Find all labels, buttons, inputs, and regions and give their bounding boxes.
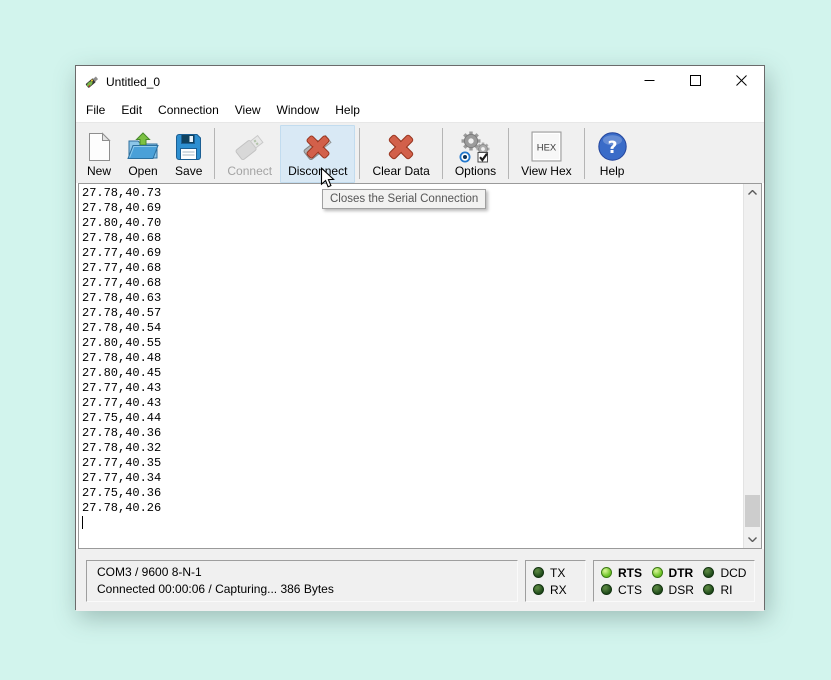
hex-icon-text: HEX	[537, 143, 557, 154]
toolbar-separator	[359, 128, 360, 179]
scrollbar-thumb[interactable]	[745, 495, 760, 527]
led-indicator-icon	[601, 567, 612, 578]
led-tx: TX	[533, 564, 578, 581]
led-rx: RX	[533, 581, 578, 598]
vertical-scrollbar[interactable]	[743, 184, 761, 548]
options-button[interactable]: Options	[447, 125, 504, 183]
led-indicator-icon	[703, 567, 714, 578]
toolbar: New Open	[76, 122, 764, 183]
status-bar: COM3 / 9600 8-N-1 Connected 00:00:06 / C…	[76, 549, 764, 611]
led-dcd: DCD	[703, 564, 747, 581]
led-dtr: DTR	[652, 564, 695, 581]
led-label: RTS	[618, 566, 642, 580]
toolbar-separator	[442, 128, 443, 179]
help-button-label: Help	[600, 164, 625, 179]
toolbar-separator	[584, 128, 585, 179]
app-icon	[84, 74, 100, 90]
led-ri: RI	[703, 581, 747, 598]
help-question-icon: ?	[597, 129, 628, 164]
text-caret	[82, 516, 83, 529]
led-indicator-icon	[652, 584, 663, 595]
terminal-area[interactable]: 27.78,40.73 27.78,40.69 27.80,40.70 27.7…	[78, 183, 762, 549]
led-indicator-icon	[533, 567, 544, 578]
menu-window[interactable]: Window	[269, 100, 328, 120]
help-icon-glyph: ?	[607, 138, 617, 158]
menu-edit[interactable]: Edit	[113, 100, 150, 120]
view-hex-button[interactable]: HEX View Hex	[513, 125, 579, 183]
close-button[interactable]	[718, 66, 764, 98]
window-controls	[626, 66, 764, 98]
led-label: RI	[720, 583, 732, 597]
title-bar[interactable]: Untitled_0	[76, 66, 764, 98]
save-floppy-icon	[175, 129, 202, 164]
menu-view[interactable]: View	[227, 100, 269, 120]
open-button[interactable]: Open	[119, 125, 167, 183]
minimize-icon	[644, 73, 655, 91]
toolbar-separator	[214, 128, 215, 179]
disconnect-button[interactable]: Disconnect	[280, 125, 355, 183]
disconnect-usb-icon	[300, 129, 336, 164]
clear-data-button[interactable]: Clear Data	[364, 125, 437, 183]
minimize-button[interactable]	[626, 66, 672, 98]
save-button[interactable]: Save	[167, 125, 210, 183]
led-indicator-icon	[652, 567, 663, 578]
led-label: RX	[550, 583, 567, 597]
scroll-up-arrow[interactable]	[744, 184, 761, 201]
clear-data-button-label: Clear Data	[372, 164, 429, 179]
maximize-button[interactable]	[672, 66, 718, 98]
tooltip: Closes the Serial Connection	[322, 189, 486, 209]
connect-usb-icon	[232, 129, 268, 164]
led-label: CTS	[618, 583, 642, 597]
connect-button: Connect	[219, 125, 280, 183]
menu-connection[interactable]: Connection	[150, 100, 227, 120]
led-dsr: DSR	[652, 581, 695, 598]
txrx-led-panel: TX RX	[525, 560, 586, 602]
menu-help[interactable]: Help	[327, 100, 368, 120]
led-label: DTR	[669, 566, 694, 580]
led-indicator-icon	[601, 584, 612, 595]
maximize-icon	[690, 73, 701, 91]
led-label: TX	[550, 566, 565, 580]
close-icon	[736, 73, 747, 91]
port-settings-text: COM3 / 9600 8-N-1	[97, 564, 507, 581]
hex-view-icon: HEX	[531, 129, 562, 164]
led-label: DCD	[720, 566, 746, 580]
mouse-cursor-icon	[320, 167, 337, 195]
txrx-led-grid: TX RX	[526, 561, 585, 601]
led-indicator-icon	[703, 584, 714, 595]
open-folder-icon	[127, 129, 159, 164]
options-gears-icon	[458, 129, 492, 164]
clear-data-x-icon	[385, 129, 417, 164]
signal-led-panel: RTS CTS DTR DSR DCD RI	[593, 560, 755, 602]
view-hex-button-label: View Hex	[521, 164, 571, 179]
led-indicator-icon	[533, 584, 544, 595]
options-button-label: Options	[455, 164, 496, 179]
signal-led-grid: RTS CTS DTR DSR DCD RI	[594, 561, 754, 601]
new-button-label: New	[87, 164, 111, 179]
terminal-text: 27.78,40.73 27.78,40.69 27.80,40.70 27.7…	[79, 184, 761, 516]
open-button-label: Open	[128, 164, 157, 179]
menu-bar: File Edit Connection View Window Help	[76, 98, 764, 122]
window-title: Untitled_0	[106, 75, 160, 89]
connect-button-label: Connect	[227, 164, 272, 179]
menu-file[interactable]: File	[78, 100, 113, 120]
scroll-down-arrow[interactable]	[744, 531, 761, 548]
new-button[interactable]: New	[79, 125, 119, 183]
connection-status-panel: COM3 / 9600 8-N-1 Connected 00:00:06 / C…	[86, 560, 518, 602]
save-button-label: Save	[175, 164, 202, 179]
led-cts: CTS	[601, 581, 643, 598]
toolbar-separator	[508, 128, 509, 179]
disconnect-button-label: Disconnect	[288, 164, 347, 179]
app-window: Untitled_0 File Edit Connection Vie	[75, 65, 765, 610]
led-rts: RTS	[601, 564, 643, 581]
help-button[interactable]: ? Help	[589, 125, 636, 183]
led-label: DSR	[669, 583, 694, 597]
connection-info-text: Connected 00:00:06 / Capturing... 386 By…	[97, 581, 507, 598]
tooltip-text: Closes the Serial Connection	[330, 193, 478, 205]
new-document-icon	[88, 129, 111, 164]
